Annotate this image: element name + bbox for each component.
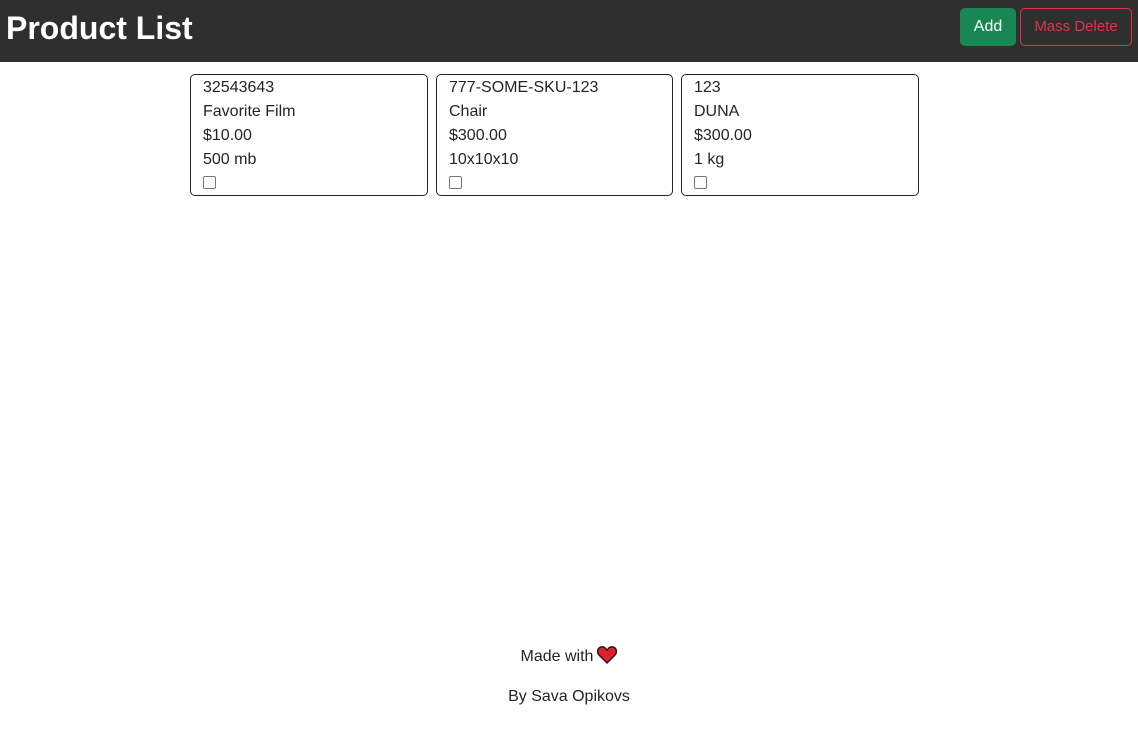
footer-made-with: Made with [0, 646, 1138, 668]
add-button[interactable]: Add [960, 8, 1016, 46]
product-sku: 777-SOME-SKU-123 [449, 79, 599, 96]
product-price: $10.00 [203, 127, 252, 144]
heart-icon [597, 646, 618, 664]
delete-checkbox[interactable] [449, 176, 462, 189]
product-price: $300.00 [694, 127, 752, 144]
mass-delete-button[interactable]: Mass Delete [1020, 8, 1132, 46]
product-name: Chair [449, 103, 488, 120]
product-sku: 32543643 [203, 79, 275, 96]
product-card: 777-SOME-SKU-123 Chair $300.00 10x10x10 [436, 74, 673, 196]
delete-checkbox[interactable] [694, 176, 707, 189]
product-price: $300.00 [449, 127, 507, 144]
product-attribute: 500 mb [203, 151, 257, 168]
product-sku: 123 [694, 79, 721, 96]
page-title: Product List [6, 10, 193, 46]
header-bar: Product List Add Mass Delete [0, 0, 1138, 62]
product-name: Favorite Film [203, 103, 296, 120]
product-name: DUNA [694, 103, 740, 120]
delete-checkbox[interactable] [203, 176, 216, 189]
product-card: 123 DUNA $300.00 1 kg [681, 74, 919, 196]
product-card: 32543643 Favorite Film $10.00 500 mb [190, 74, 428, 196]
product-attribute: 10x10x10 [449, 151, 519, 168]
footer-author: By Sava Opikovs [508, 688, 630, 705]
made-with-text: Made with [520, 648, 594, 665]
product-attribute: 1 kg [694, 151, 725, 168]
